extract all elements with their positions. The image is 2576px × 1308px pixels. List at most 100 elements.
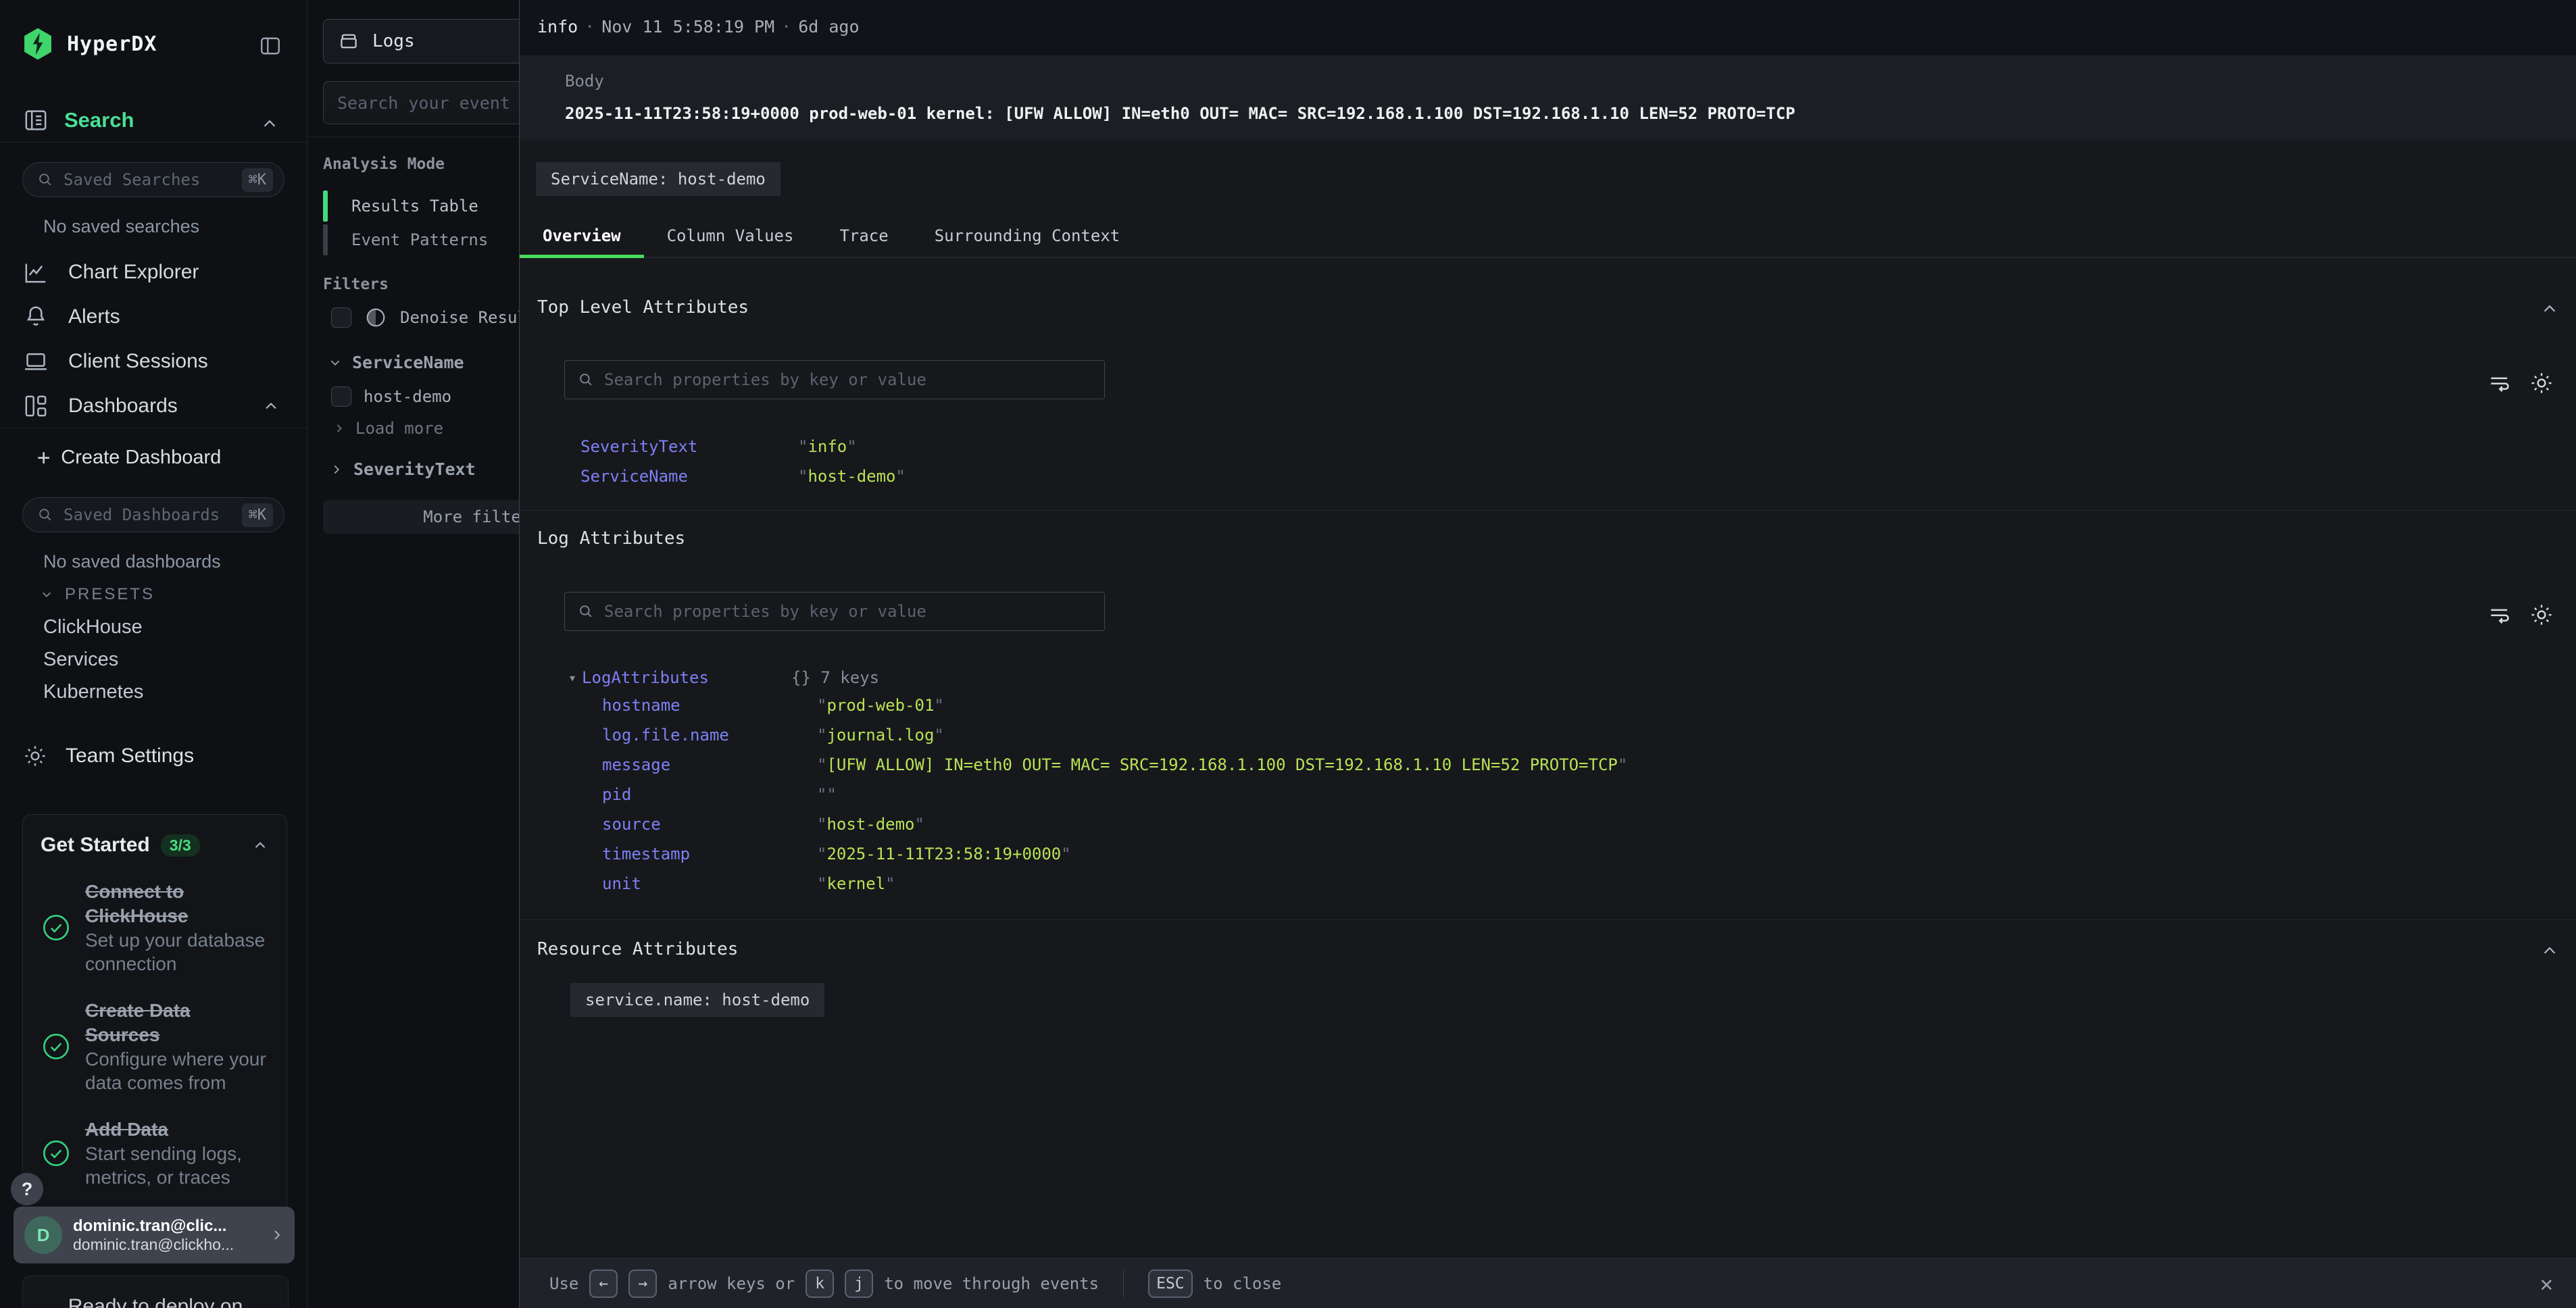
presets-toggle[interactable]: PRESETS	[39, 585, 155, 604]
body-content[interactable]: 2025-11-11T23:58:19+0000 prod-web-01 ker…	[565, 104, 1795, 123]
attribute-row[interactable]: hostname"prod-web-01"	[602, 691, 944, 720]
sidebar-item-team-settings[interactable]: Team Settings	[22, 743, 194, 769]
sidebar-item-dashboards[interactable]: Dashboards	[0, 385, 307, 427]
checkbox[interactable]	[331, 307, 351, 328]
attribute-row[interactable]: source"host-demo"	[602, 810, 924, 838]
quote: "	[817, 845, 826, 863]
sidebar-item-client-sessions[interactable]: Client Sessions	[0, 341, 307, 382]
quote: "	[798, 437, 808, 456]
quote: "	[798, 467, 808, 486]
get-started-step[interactable]: Create Data Sources Configure where your…	[41, 999, 269, 1095]
brand-title: HyperDX	[67, 32, 157, 56]
tab-column-values[interactable]: Column Values	[644, 215, 817, 257]
log-attributes-search-field[interactable]	[604, 602, 1092, 621]
close-icon[interactable]: ✕	[2540, 1271, 2553, 1297]
tab-surrounding-context[interactable]: Surrounding Context	[912, 215, 1143, 257]
hyperdx-app: HyperDX Search ⌘K No saved searches	[0, 0, 2576, 1308]
deploy-banner[interactable]: Ready to deploy on	[22, 1276, 289, 1308]
log-attributes-title: Log Attributes	[537, 528, 685, 549]
sidebar-item-search[interactable]: Search	[22, 107, 134, 134]
chevron-down-icon	[328, 355, 343, 370]
attribute-row[interactable]: timestamp"2025-11-11T23:58:19+0000"	[602, 840, 1071, 868]
chevron-up-icon[interactable]	[259, 114, 280, 134]
attribute-row[interactable]: SeverityText"info"	[580, 432, 857, 461]
quote: "	[934, 696, 943, 715]
chevron-up-icon[interactable]	[2540, 299, 2560, 319]
attribute-key: pid	[602, 785, 817, 804]
search-icon	[577, 371, 595, 388]
footer-use-text: Use	[549, 1274, 578, 1293]
sidebar-item-label: Client Sessions	[68, 350, 208, 373]
event-relative-time: 6d ago	[798, 17, 859, 36]
filter-group-servicename[interactable]: ServiceName	[328, 353, 464, 372]
k-key[interactable]: k	[806, 1269, 834, 1298]
body-label: Body	[565, 72, 604, 91]
saved-dashboards-input[interactable]: ⌘K	[22, 497, 284, 532]
top-level-search-field[interactable]	[604, 370, 1092, 389]
top-level-search-input[interactable]	[564, 360, 1105, 399]
filter-value-host-demo[interactable]: host-demo	[331, 386, 451, 407]
saved-searches-input[interactable]: ⌘K	[22, 162, 284, 197]
user-account-button[interactable]: D dominic.tran@clic... dominic.tran@clic…	[14, 1207, 295, 1263]
sidebar-item-clickhouse[interactable]: ClickHouse	[43, 616, 143, 638]
mode-label: Event Patterns	[351, 230, 488, 249]
attribute-row[interactable]: log.file.name"journal.log"	[602, 721, 944, 749]
sidebar-item-alerts[interactable]: Alerts	[0, 296, 307, 338]
quote: "	[817, 726, 826, 745]
attribute-key: log.file.name	[602, 726, 817, 745]
chevron-up-icon[interactable]	[251, 836, 269, 854]
divider	[1123, 1270, 1124, 1297]
collapse-sidebar-icon[interactable]	[258, 34, 282, 57]
step-title: Connect to ClickHouse	[85, 880, 269, 928]
event-footer: Use ← → arrow keys or k j to move throug…	[520, 1258, 2576, 1308]
analysis-mode-label: Analysis Mode	[323, 155, 445, 173]
caret-down-icon[interactable]: ▾	[568, 670, 576, 686]
arrow-left-key[interactable]: ←	[589, 1269, 618, 1298]
checkbox[interactable]	[331, 386, 351, 407]
servicename-tag[interactable]: ServiceName: host-demo	[536, 162, 781, 196]
log-attributes-search-input[interactable]	[564, 592, 1105, 631]
attribute-value: journal.log	[826, 726, 934, 745]
brand[interactable]: HyperDX	[22, 27, 157, 61]
sidebar-item-services[interactable]: Services	[43, 649, 118, 671]
check-circle-icon	[41, 912, 72, 943]
footer-arrows-text: arrow keys or	[668, 1274, 795, 1293]
quote: "	[817, 696, 826, 715]
create-dashboard-button[interactable]: + Create Dashboard	[37, 445, 221, 470]
attribute-row[interactable]: message"[UFW ALLOW] IN=eth0 OUT= MAC= SR…	[602, 751, 1627, 779]
get-started-step[interactable]: Connect to ClickHouse Set up your databa…	[41, 880, 269, 976]
step-title: Create Data Sources	[85, 999, 269, 1047]
attribute-key: ServiceName	[580, 467, 798, 486]
dot-separator: ·	[774, 17, 798, 36]
chevron-up-icon[interactable]	[262, 397, 280, 416]
sidebar-item-kubernetes[interactable]: Kubernetes	[43, 681, 143, 703]
wrap-lines-icon[interactable]	[2487, 370, 2512, 396]
tab-trace[interactable]: Trace	[816, 215, 911, 257]
quote: "	[915, 815, 924, 834]
event-tabs: Overview Column Values Trace Surrounding…	[520, 215, 2576, 258]
get-started-step[interactable]: Add Data Start sending logs, metrics, or…	[41, 1117, 269, 1189]
arrow-right-key[interactable]: →	[628, 1269, 657, 1298]
saved-searches-field[interactable]	[64, 170, 232, 189]
help-button[interactable]: ?	[11, 1173, 43, 1205]
j-key[interactable]: j	[845, 1269, 873, 1298]
sidebar: HyperDX Search ⌘K No saved searches	[0, 0, 307, 1308]
denoise-results-option[interactable]: Denoise Results	[331, 305, 547, 330]
esc-key[interactable]: ESC	[1148, 1269, 1193, 1298]
resource-tag[interactable]: service.name: host-demo	[570, 983, 824, 1017]
filter-group-severitytext[interactable]: SeverityText	[329, 459, 476, 479]
tree-root-row[interactable]: ▾ LogAttributes {} 7 keys	[568, 663, 879, 692]
chart-explorer-icon	[22, 259, 49, 286]
sidebar-item-chart-explorer[interactable]: Chart Explorer	[0, 251, 307, 293]
attribute-row[interactable]: pid""	[602, 780, 837, 809]
saved-dashboards-field[interactable]	[64, 505, 232, 524]
gear-icon[interactable]	[2529, 602, 2554, 628]
wrap-lines-icon[interactable]	[2487, 602, 2512, 628]
attribute-row[interactable]: unit"kernel"	[602, 870, 895, 898]
attribute-value: kernel	[826, 874, 885, 893]
chevron-up-icon[interactable]	[2540, 940, 2560, 961]
gear-icon[interactable]	[2529, 370, 2554, 396]
tab-overview[interactable]: Overview	[520, 215, 644, 257]
load-more-button[interactable]: Load more	[332, 419, 443, 438]
attribute-row[interactable]: ServiceName"host-demo"	[580, 462, 906, 490]
